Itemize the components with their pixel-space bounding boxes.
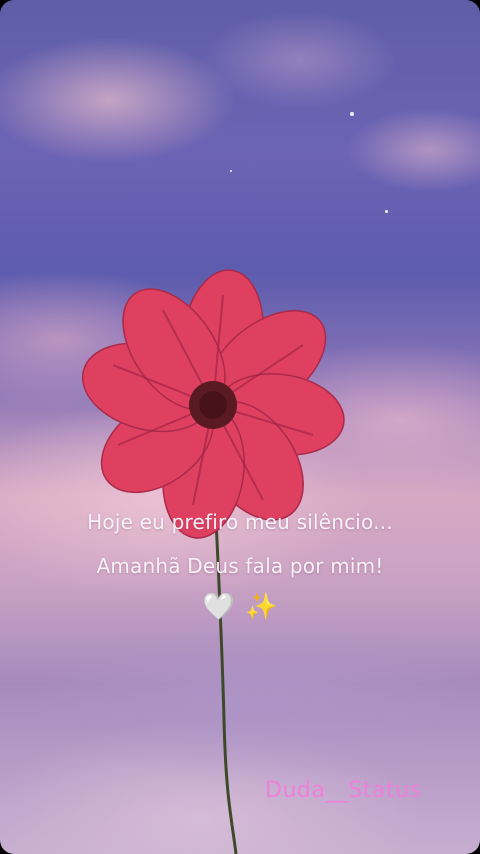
emoji-row: 🤍 ✨ — [0, 592, 480, 622]
watermark-text: Duda__Status — [265, 778, 422, 803]
status-background: Hoje eu prefiro meu silêncio... Amanhã D… — [0, 0, 480, 854]
pink-flower — [81, 269, 345, 539]
quote-line-2: Amanhã Deus fala por mim! — [96, 554, 384, 578]
sparkles-icon: ✨ — [245, 592, 278, 622]
white-heart-icon: 🤍 — [202, 592, 235, 622]
quote-line-1: Hoje eu prefiro meu silêncio... — [87, 510, 393, 534]
